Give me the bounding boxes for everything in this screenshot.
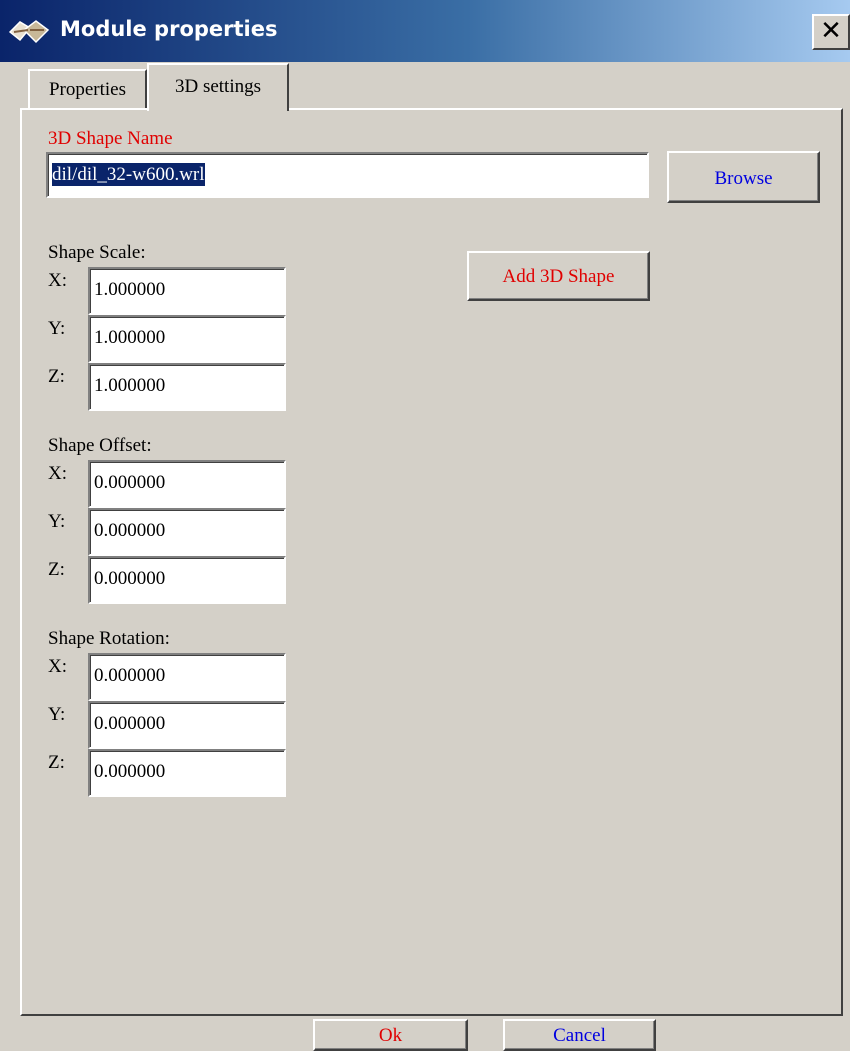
module-3d-icon bbox=[8, 20, 50, 44]
cancel-button-label: Cancel bbox=[553, 1025, 606, 1046]
offset-x-input[interactable]: 0.000000 bbox=[88, 460, 286, 508]
scale-y-input[interactable]: 1.000000 bbox=[88, 315, 286, 363]
window-title: Module properties bbox=[60, 17, 278, 41]
close-icon: ✕ bbox=[820, 16, 842, 46]
rotation-y-input[interactable]: 0.000000 bbox=[88, 701, 286, 749]
shape-rotation-label: Shape Rotation: bbox=[48, 628, 170, 649]
cancel-button[interactable]: Cancel bbox=[503, 1019, 656, 1051]
shape-name-label: 3D Shape Name bbox=[48, 128, 173, 149]
ok-button-label: Ok bbox=[378, 1025, 403, 1046]
offset-z-label: Z: bbox=[48, 559, 65, 580]
scale-y-label: Y: bbox=[48, 318, 66, 339]
offset-x-label: X: bbox=[48, 463, 67, 484]
browse-button[interactable]: Browse bbox=[667, 151, 820, 203]
ok-button[interactable]: Ok bbox=[313, 1019, 468, 1051]
scale-x-input[interactable]: 1.000000 bbox=[88, 267, 286, 315]
scale-z-input[interactable]: 1.000000 bbox=[88, 363, 286, 411]
browse-button-label: Browse bbox=[714, 168, 773, 189]
shape-name-input[interactable]: dil/dil_32-w600.wrl bbox=[46, 152, 649, 198]
title-bar[interactable]: Module properties ✕ bbox=[0, 0, 850, 62]
add-3d-shape-button[interactable]: Add 3D Shape bbox=[467, 251, 650, 301]
offset-y-input[interactable]: 0.000000 bbox=[88, 508, 286, 556]
offset-y-label: Y: bbox=[48, 511, 66, 532]
tab-properties[interactable]: Properties bbox=[28, 69, 147, 109]
add-3d-shape-label: Add 3D Shape bbox=[502, 266, 615, 287]
close-button[interactable]: ✕ bbox=[812, 14, 850, 50]
tab-3d-settings[interactable]: 3D settings bbox=[147, 63, 289, 111]
scale-z-label: Z: bbox=[48, 366, 65, 387]
rotation-x-label: X: bbox=[48, 656, 67, 677]
rotation-y-label: Y: bbox=[48, 704, 66, 725]
rotation-x-input[interactable]: 0.000000 bbox=[88, 653, 286, 701]
shape-name-value: dil/dil_32-w600.wrl bbox=[52, 163, 205, 186]
tab-properties-label: Properties bbox=[48, 79, 127, 100]
shape-scale-label: Shape Scale: bbox=[48, 242, 146, 263]
shape-offset-label: Shape Offset: bbox=[48, 435, 152, 456]
rotation-z-label: Z: bbox=[48, 752, 65, 773]
tab-3d-settings-label: 3D settings bbox=[174, 76, 262, 97]
tab-connector bbox=[149, 106, 287, 112]
scale-x-label: X: bbox=[48, 270, 67, 291]
offset-z-input[interactable]: 0.000000 bbox=[88, 556, 286, 604]
rotation-z-input[interactable]: 0.000000 bbox=[88, 749, 286, 797]
